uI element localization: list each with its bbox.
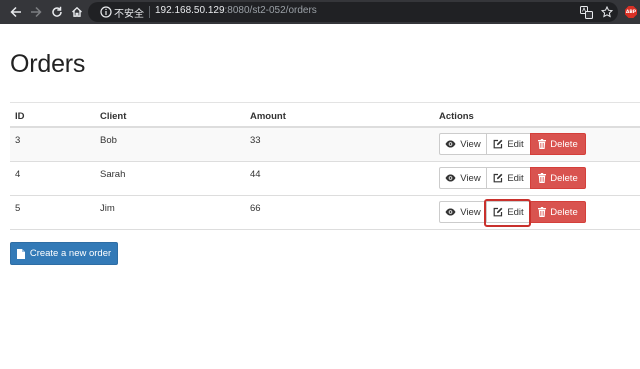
star-icon — [601, 6, 613, 18]
edit-icon — [493, 139, 503, 149]
row-actions: View Edit Delete — [439, 199, 586, 227]
arrow-left-icon — [10, 6, 21, 18]
arrow-right-icon — [31, 6, 42, 18]
create-order-label: Create a new order — [29, 248, 112, 259]
column-header-client: Client — [100, 111, 127, 122]
order-amount: 33 — [250, 135, 261, 146]
table-header: ID Client Amount Actions — [10, 102, 640, 128]
eye-icon — [445, 208, 456, 216]
edit-label: Edit — [507, 172, 524, 184]
delete-label: Delete — [550, 172, 578, 184]
browser-toolbar: 不安全 192.168.50.129:8080/st2-052/orders A… — [0, 0, 640, 24]
table-row: 3 Bob 33 View Edit Delete — [10, 128, 640, 162]
column-header-id: ID — [15, 111, 25, 122]
view-button[interactable]: View — [439, 133, 487, 155]
delete-button[interactable]: Delete — [530, 133, 586, 155]
eye-icon — [445, 140, 456, 148]
order-client: Sarah — [100, 169, 126, 180]
order-amount: 66 — [250, 203, 261, 214]
url-text[interactable]: 192.168.50.129:8080/st2-052/orders — [155, 5, 317, 16]
edit-button[interactable]: Edit — [484, 199, 531, 227]
info-icon[interactable] — [100, 6, 112, 18]
edit-icon — [493, 207, 503, 217]
omnibox-divider — [149, 6, 150, 18]
view-label: View — [460, 138, 481, 150]
translate-button[interactable] — [578, 4, 594, 20]
order-amount: 44 — [250, 169, 261, 180]
adblock-label: ABP — [625, 9, 637, 15]
delete-button[interactable]: Delete — [530, 167, 586, 189]
order-id: 4 — [15, 169, 21, 180]
edit-label: Edit — [507, 138, 524, 150]
orders-table: ID Client Amount Actions 3 Bob 33 View E… — [10, 102, 640, 230]
column-header-amount: Amount — [250, 111, 286, 122]
edit-button[interactable]: Edit — [486, 133, 531, 155]
edit-label: Edit — [507, 206, 524, 218]
security-status: 不安全 — [114, 9, 144, 20]
url-path: :8080/st2-052/orders — [224, 5, 317, 16]
adblock-icon[interactable]: ABP — [625, 6, 637, 18]
delete-button[interactable]: Delete — [530, 201, 586, 223]
back-button[interactable] — [8, 4, 24, 20]
table-row: 5 Jim 66 View Edit Delete — [10, 196, 640, 230]
row-actions: View Edit Delete — [439, 167, 586, 189]
forward-button[interactable] — [28, 4, 44, 20]
bookmark-button[interactable] — [599, 4, 615, 20]
row-actions: View Edit Delete — [439, 133, 586, 155]
trash-icon — [538, 139, 547, 149]
order-client: Bob — [100, 135, 117, 146]
file-icon — [16, 248, 25, 259]
reload-button[interactable] — [49, 4, 65, 20]
reload-icon — [52, 6, 62, 17]
eye-icon — [445, 174, 456, 182]
url-host: 192.168.50.129 — [155, 5, 225, 16]
view-button[interactable]: View — [439, 201, 487, 223]
trash-icon — [538, 173, 547, 183]
order-id: 5 — [15, 203, 21, 214]
create-order-button[interactable]: Create a new order — [10, 242, 118, 265]
home-button[interactable] — [69, 4, 85, 20]
page-title: Orders — [10, 50, 86, 78]
edit-icon — [493, 173, 503, 183]
order-client: Jim — [100, 203, 115, 214]
table-row: 4 Sarah 44 View Edit Delete — [10, 162, 640, 196]
order-id: 3 — [15, 135, 21, 146]
column-header-actions: Actions — [439, 111, 474, 122]
edit-button[interactable]: Edit — [486, 167, 531, 189]
translate-icon — [579, 5, 593, 19]
view-button[interactable]: View — [439, 167, 487, 189]
view-label: View — [460, 172, 481, 184]
delete-label: Delete — [550, 138, 578, 150]
trash-icon — [538, 207, 547, 217]
view-label: View — [460, 206, 481, 218]
home-icon — [72, 6, 82, 17]
delete-label: Delete — [550, 206, 578, 218]
